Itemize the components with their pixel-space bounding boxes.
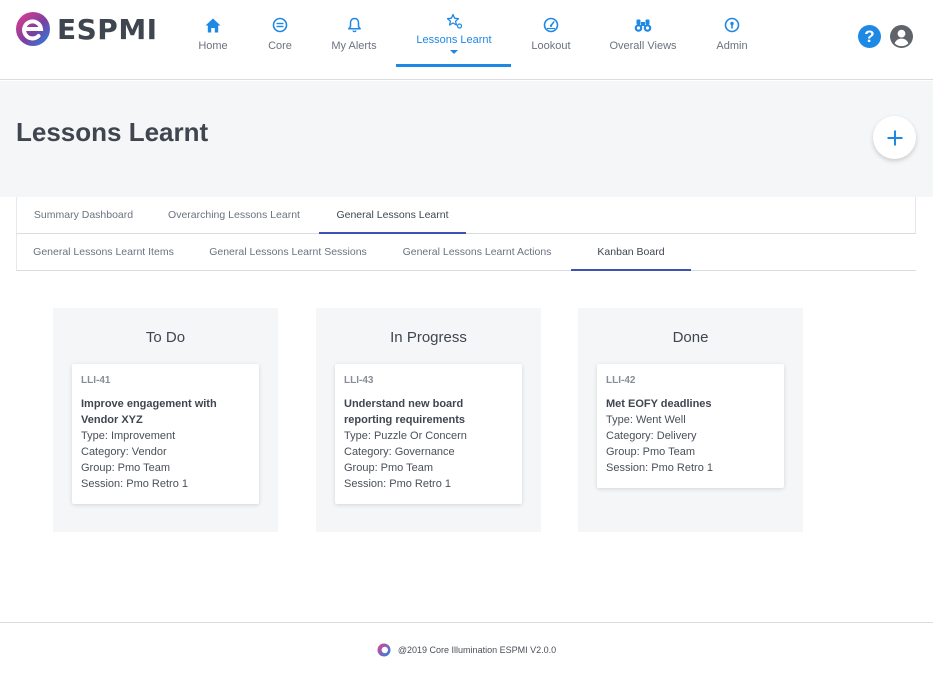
nav-my-alerts[interactable]: My Alerts — [326, 0, 382, 68]
kanban-card[interactable]: LLI-43 Understand new board reporting re… — [335, 364, 522, 504]
card-id: LLI-41 — [81, 375, 111, 386]
card-id: LLI-42 — [606, 375, 636, 386]
card-id: LLI-43 — [344, 375, 374, 386]
card-session: Session: Pmo Retro 1 — [606, 462, 713, 474]
page-title: Lessons Learnt — [16, 117, 209, 147]
card-group: Group: Pmo Team — [81, 462, 171, 474]
nav-home[interactable]: Home — [193, 0, 233, 68]
footer-copyright: @2019 Core Illumination ESPMI V2.0.0 — [397, 645, 557, 655]
card-title: Understand new board reporting requireme… — [344, 398, 466, 426]
espmi-logo-icon — [16, 12, 50, 46]
card-category: Category: Governance — [344, 446, 455, 458]
tab-overarching-lessons-learnt[interactable]: Overarching Lessons Learnt — [159, 197, 309, 233]
card-type: Type: Went Well — [606, 414, 686, 426]
kanban-column-in-progress: In Progress LLI-43 Understand new board … — [316, 308, 541, 532]
secondary-tabs: General Lessons Learnt Items General Les… — [16, 234, 916, 271]
card-title: Met EOFY deadlines — [606, 398, 712, 410]
nav-lookout[interactable]: Lookout — [530, 0, 572, 68]
binoculars-icon — [634, 16, 652, 34]
tab-general-lessons-learnt-items[interactable]: General Lessons Learnt Items — [17, 234, 190, 270]
nav-overall-views[interactable]: Overall Views — [608, 0, 678, 68]
core-illumination-logo-icon — [377, 643, 391, 657]
top-navigation-bar: ESPMI Home Core My Alerts Lessons Learnt — [0, 0, 933, 80]
nav-my-alerts-label: My Alerts — [331, 40, 377, 52]
nav-admin[interactable]: Admin — [713, 0, 751, 68]
add-button[interactable] — [873, 116, 916, 159]
primary-tabs: Summary Dashboard Overarching Lessons Le… — [16, 197, 916, 234]
core-icon — [271, 16, 289, 34]
nav-core-label: Core — [268, 40, 292, 52]
nav-home-label: Home — [198, 40, 228, 52]
nav-overall-views-label: Overall Views — [609, 40, 677, 52]
card-group: Group: Pmo Team — [606, 446, 696, 458]
plus-icon — [887, 130, 902, 145]
lessons-learnt-icon — [445, 12, 463, 30]
tab-general-lessons-learnt-actions[interactable]: General Lessons Learnt Actions — [392, 234, 562, 270]
tab-general-lessons-learnt-sessions[interactable]: General Lessons Learnt Sessions — [201, 234, 375, 270]
column-title: To Do — [145, 329, 186, 346]
user-avatar-icon[interactable] — [890, 25, 913, 48]
chevron-down-icon — [450, 50, 458, 54]
card-session: Session: Pmo Retro 1 — [81, 478, 188, 490]
admin-key-icon — [723, 16, 741, 34]
nav-core[interactable]: Core — [262, 0, 298, 68]
gauge-icon — [542, 16, 560, 34]
tab-summary-dashboard[interactable]: Summary Dashboard — [17, 197, 150, 233]
home-icon — [204, 16, 222, 34]
app-name: ESPMI — [57, 12, 158, 46]
nav-lessons-learnt-label: Lessons Learnt — [416, 34, 492, 46]
active-nav-indicator — [396, 64, 511, 67]
kanban-column-to-do: To Do LLI-41 Improve engagement with Ven… — [53, 308, 278, 532]
tab-general-lessons-learnt[interactable]: General Lessons Learnt — [319, 197, 466, 234]
card-title: Improve engagement with Vendor XYZ — [81, 398, 217, 426]
footer: @2019 Core Illumination ESPMI V2.0.0 — [0, 622, 933, 689]
page-header: Lessons Learnt — [0, 81, 933, 197]
card-group: Group: Pmo Team — [344, 462, 434, 474]
nav-lookout-label: Lookout — [531, 40, 571, 52]
app-logo[interactable]: ESPMI — [15, 10, 158, 48]
kanban-card[interactable]: LLI-42 Met EOFY deadlines Type: Went Wel… — [597, 364, 784, 488]
card-type: Type: Improvement — [81, 430, 176, 442]
bell-icon — [345, 16, 363, 34]
nav-admin-label: Admin — [716, 40, 748, 52]
tab-kanban-board[interactable]: Kanban Board — [571, 234, 691, 271]
card-session: Session: Pmo Retro 1 — [344, 478, 451, 490]
card-type: Type: Puzzle Or Concern — [344, 430, 467, 442]
help-icon[interactable]: ? — [858, 25, 881, 48]
card-category: Category: Delivery — [606, 430, 697, 442]
kanban-card[interactable]: LLI-41 Improve engagement with Vendor XY… — [72, 364, 259, 504]
column-title: In Progress — [390, 329, 467, 346]
column-title: Done — [672, 329, 709, 346]
card-category: Category: Vendor — [81, 446, 167, 458]
kanban-column-done: Done LLI-42 Met EOFY deadlines Type: Wen… — [578, 308, 803, 532]
nav-lessons-learnt[interactable]: Lessons Learnt — [410, 0, 498, 68]
